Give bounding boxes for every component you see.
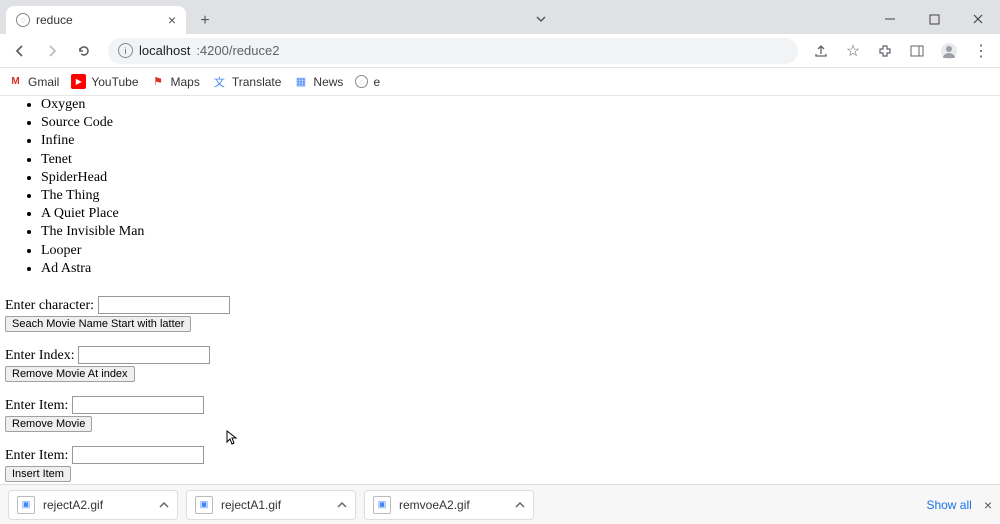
bookmarks-bar: M Gmail ▶ YouTube ⚑ Maps 文 Translate ▦ News ◌… [0, 68, 1000, 96]
list-item: Tenet [41, 151, 995, 169]
forward-button[interactable] [38, 37, 66, 65]
youtube-icon: ▶ [71, 74, 86, 89]
list-item: Source Code [41, 114, 995, 132]
minimize-icon[interactable] [868, 4, 912, 34]
list-item: SpiderHead [41, 169, 995, 187]
tab-overflow-icon[interactable] [526, 4, 556, 34]
translate-icon: 文 [212, 74, 227, 89]
bookmark-label: e [373, 75, 380, 89]
maximize-icon[interactable] [912, 4, 956, 34]
back-button[interactable] [6, 37, 34, 65]
remove-item-label: Enter Item: [5, 398, 68, 413]
insert-item-button[interactable]: Insert Item [5, 466, 71, 482]
bookmark-news[interactable]: ▦ News [293, 74, 343, 89]
download-item[interactable]: ▣ rejectA1.gif [186, 490, 356, 520]
globe-icon: ◌ [16, 13, 30, 27]
chevron-up-icon[interactable] [515, 500, 525, 510]
page-viewport[interactable]: Oxygen Source Code Infine Tenet SpiderHe… [0, 96, 1000, 484]
window-controls [868, 4, 1000, 34]
list-item: Ad Astra [41, 260, 995, 278]
tab-strip: ◌ reduce × + [0, 0, 1000, 34]
sidepanel-icon[interactable] [904, 38, 930, 64]
bookmark-e[interactable]: ◌e [355, 75, 380, 89]
remove-index-input[interactable] [78, 346, 210, 364]
bookmark-translate[interactable]: 文 Translate [212, 74, 282, 89]
show-all-downloads[interactable]: Show all [926, 498, 971, 512]
file-icon: ▣ [195, 496, 213, 514]
reload-button[interactable] [70, 37, 98, 65]
chevron-up-icon[interactable] [337, 500, 347, 510]
bookmark-label: Gmail [28, 75, 59, 89]
download-filename: rejectA2.gif [43, 498, 103, 512]
downloads-bar: ▣ rejectA2.gif ▣ rejectA1.gif ▣ remvoeA2… [0, 484, 1000, 524]
profile-icon[interactable] [936, 38, 962, 64]
remove-item-input[interactable] [72, 396, 204, 414]
share-icon[interactable] [808, 38, 834, 64]
chevron-up-icon[interactable] [159, 500, 169, 510]
file-icon: ▣ [17, 496, 35, 514]
list-item: A Quiet Place [41, 205, 995, 223]
bookmark-label: Translate [232, 75, 282, 89]
list-item: Infine [41, 132, 995, 150]
url-host: localhost [139, 43, 190, 58]
gmail-icon: M [8, 74, 23, 89]
movie-list: Oxygen Source Code Infine Tenet SpiderHe… [5, 96, 995, 278]
extensions-icon[interactable] [872, 38, 898, 64]
download-item[interactable]: ▣ remvoeA2.gif [364, 490, 534, 520]
list-item: Oxygen [41, 96, 995, 114]
insert-item-label: Enter Item: [5, 448, 68, 463]
search-label: Enter character: [5, 298, 94, 313]
remove-index-button[interactable]: Remove Movie At index [5, 366, 135, 382]
bookmark-label: News [313, 75, 343, 89]
download-filename: rejectA1.gif [221, 498, 281, 512]
menu-icon[interactable]: ⋮ [968, 38, 994, 64]
close-tab-icon[interactable]: × [168, 13, 176, 27]
download-filename: remvoeA2.gif [399, 498, 470, 512]
bookmark-youtube[interactable]: ▶ YouTube [71, 74, 138, 89]
list-item: The Thing [41, 187, 995, 205]
tab-title: reduce [36, 13, 73, 27]
file-icon: ▣ [373, 496, 391, 514]
insert-item-input[interactable] [72, 446, 204, 464]
bookmark-label: YouTube [91, 75, 138, 89]
globe-icon: ◌ [355, 75, 368, 88]
download-item[interactable]: ▣ rejectA2.gif [8, 490, 178, 520]
close-window-icon[interactable] [956, 4, 1000, 34]
remove-item-button[interactable]: Remove Movie [5, 416, 92, 432]
search-input[interactable] [98, 296, 230, 314]
maps-icon: ⚑ [151, 74, 166, 89]
new-tab-button[interactable]: + [192, 8, 218, 34]
bookmark-maps[interactable]: ⚑ Maps [151, 74, 200, 89]
news-icon: ▦ [293, 74, 308, 89]
list-item: Looper [41, 242, 995, 260]
list-item: The Invisible Man [41, 223, 995, 241]
info-icon[interactable]: i [118, 43, 133, 58]
remove-index-label: Enter Index: [5, 348, 75, 363]
search-button[interactable]: Seach Movie Name Start with latter [5, 316, 191, 332]
bookmark-label: Maps [171, 75, 200, 89]
star-icon[interactable]: ☆ [840, 38, 866, 64]
url-rest: :4200/reduce2 [196, 43, 279, 58]
browser-tab[interactable]: ◌ reduce × [6, 6, 186, 34]
address-bar: i localhost :4200/reduce2 ☆ ⋮ [0, 34, 1000, 68]
close-downloads-icon[interactable]: × [984, 497, 992, 513]
url-input[interactable]: i localhost :4200/reduce2 [108, 38, 798, 64]
bookmark-gmail[interactable]: M Gmail [8, 74, 59, 89]
